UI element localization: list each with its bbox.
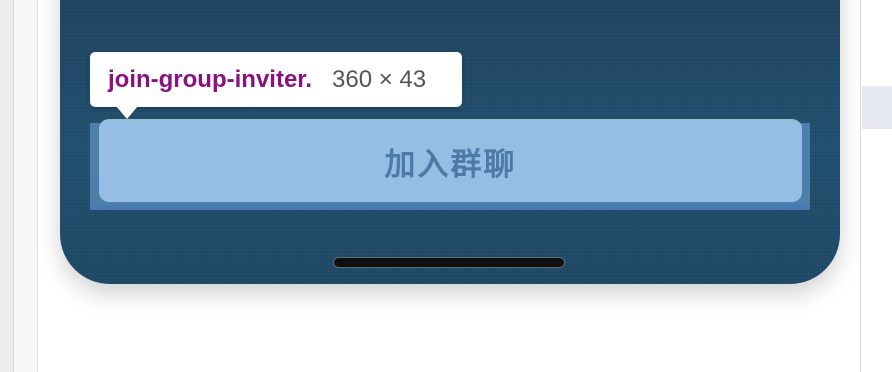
devtools-inspect-view: 加入群聊 join-group-inviter. 360 × 43 (0, 0, 892, 372)
join-group-button[interactable]: 加入群聊 (99, 120, 802, 202)
side-panel-tab[interactable] (862, 86, 892, 129)
home-indicator[interactable] (333, 257, 565, 268)
device-frame-edge (860, 0, 861, 372)
inspector-element-size: 360 × 43 (332, 65, 427, 93)
devtools-left-gutter (0, 0, 14, 372)
inspector-element-name: join-group-inviter. (108, 65, 312, 93)
devtools-side-strip (14, 0, 38, 372)
inspector-tooltip: join-group-inviter. 360 × 43 (90, 52, 462, 107)
tooltip-pointer-icon (116, 106, 138, 119)
